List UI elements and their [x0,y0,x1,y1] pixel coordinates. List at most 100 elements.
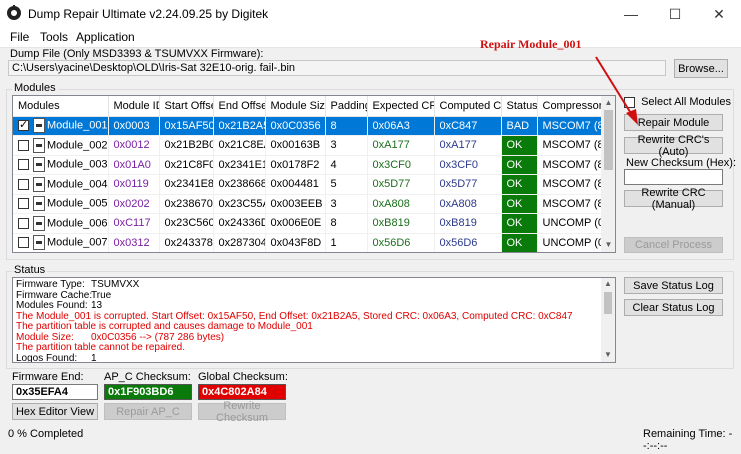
column-header[interactable]: Module ID [108,96,160,117]
menu-file[interactable]: File [10,30,29,44]
status-badge: OK [501,135,538,156]
menu-application[interactable]: Application [76,30,135,44]
select-all-label: Select All Modules [641,96,731,108]
compressor: UNCOMP (0) [537,233,604,252]
module-name: Module_006 [47,217,108,230]
status-log[interactable]: Firmware Type: TSUMVXX Firmware Cache:True… [12,277,616,363]
column-header[interactable]: Modules [13,96,109,117]
table-row[interactable]: Module_0010x00030x15AF500x21B2A50x0C0356… [13,116,604,136]
end-offset: 0x24336D [213,213,266,234]
status-badge: OK [501,213,538,234]
expected-crc: 0x5D77 [367,174,435,195]
status-badge: OK [501,174,538,195]
column-header[interactable]: Module Size [265,96,326,117]
rewrite-crc-manual-button[interactable]: Rewrite CRC (Manual) [624,187,723,211]
modules-table: ModulesModule IDStart OffsetEnd OffsetMo… [12,95,616,253]
module-id: 0xC117 [108,213,160,234]
module-id: 0x01A0 [108,155,160,175]
padding: 8 [325,213,368,234]
start-offset: 0x21B2B0 [159,135,214,156]
status-badge: OK [501,233,538,252]
row-checkbox-icon[interactable] [18,118,29,132]
apc-checksum-label: AP_C Checksum: [104,371,191,383]
maximize-button[interactable]: ☐ [653,0,697,28]
status-scrollbar[interactable]: ▲ ▼ [601,278,615,362]
table-row[interactable]: Module_007 0x0312 0x243378 0x287304 0x043F8D… [13,233,604,252]
rewrite-crc-auto-button[interactable]: Rewrite CRC's (Auto) [624,134,723,158]
column-header[interactable]: Status [501,96,538,117]
module-size: 0x0C0356 [265,116,326,136]
hex-editor-button[interactable]: Hex Editor View [12,403,98,420]
expected-crc: 0x56D6 [367,233,435,252]
padding: 5 [325,174,368,195]
column-header[interactable]: End Offset [213,96,266,117]
table-row[interactable]: Module_0020x00120x21B2B00x21C8EA0x00163B… [13,135,604,156]
table-row[interactable]: Module_004 0x0119 0x2341E8 0x238668 0x004481… [13,174,604,195]
module-cell[interactable]: Module_005 [13,194,109,214]
row-checkbox-icon[interactable] [18,178,29,190]
minimize-button[interactable]: — [609,0,653,28]
log-value: The partition table is corrupted and cau… [16,321,313,332]
table-header: ModulesModule IDStart OffsetEnd OffsetMo… [13,96,604,117]
module-icon [33,118,45,134]
column-header[interactable]: Computed CRC [434,96,502,117]
start-offset: 0x15AF50 [159,116,214,136]
dump-path-field[interactable]: C:\Users\yacine\Desktop\OLD\Iris-Sat 32E… [8,60,666,76]
end-offset: 0x23C55A [213,194,266,214]
module-cell[interactable]: Module_002 [13,135,109,156]
module-size: 0x006E0E [265,213,326,234]
column-header[interactable]: Expected CRC [367,96,435,117]
start-offset: 0x243378 [159,233,214,252]
repair-apc-button[interactable]: Repair AP_C [104,403,192,420]
row-checkbox-icon[interactable] [18,159,29,171]
module-id: 0x0003 [108,116,160,136]
expected-crc: 0x3CF0 [367,155,435,175]
table-row[interactable]: Module_003 0x01A0 0x21C8F0 0x2341E1 0x0178F2… [13,155,604,175]
firmware-end-field[interactable]: 0x35EFA4 [12,384,98,400]
menu-tools[interactable]: Tools [40,30,68,44]
module-cell[interactable]: Module_001 [13,116,109,136]
status-scroll-thumb[interactable] [604,292,612,314]
row-checkbox-icon[interactable] [18,198,29,210]
close-button[interactable]: ✕ [697,0,741,28]
browse-button[interactable]: Browse... [674,59,728,78]
table-row[interactable]: Module_005 0x0202 0x238670 0x23C55A 0x003EEB… [13,194,604,214]
new-checksum-input[interactable] [624,169,723,185]
module-name: Module_005 [47,197,108,210]
progress-text: 0 % Completed [8,428,84,440]
computed-crc: 0xA177 [434,135,502,156]
row-checkbox-icon[interactable] [18,139,29,151]
status-scroll-up-icon[interactable]: ▲ [601,279,615,288]
module-icon [33,196,45,212]
module-size: 0x043F8D [265,233,326,252]
module-id: 0x0119 [108,174,160,195]
global-checksum-field[interactable]: 0x4C802A84 [198,384,286,400]
expected-crc: 0x06A3 [367,116,435,136]
app-gear-icon [7,5,21,20]
cancel-process-button[interactable]: Cancel Process [624,237,723,253]
column-header[interactable]: Start Offset [159,96,214,117]
rewrite-checksum-button[interactable]: Rewrite Checksum [198,400,286,424]
module-cell[interactable]: Module_004 [13,174,109,195]
module-icon [33,235,45,251]
row-checkbox-icon[interactable] [18,217,29,229]
table-row[interactable]: Module_006 0xC117 0x23C560 0x24336D 0x006E0E… [13,213,604,234]
scroll-down-icon[interactable]: ▼ [601,240,615,249]
module-cell[interactable]: Module_006 [13,213,109,234]
end-offset: 0x2341E1 [213,155,266,175]
apc-checksum-field[interactable]: 0x1F903BD6 [104,384,192,400]
module-id: 0x0012 [108,135,160,156]
save-status-log-button[interactable]: Save Status Log [624,277,723,294]
module-cell[interactable]: Module_003 [13,155,109,175]
dump-file-label: Dump File (Only MSD3393 & TSUMVXX Firmwa… [10,48,264,60]
module-size: 0x004481 [265,174,326,195]
end-offset: 0x238668 [213,174,266,195]
module-cell[interactable]: Module_007 [13,233,109,252]
module-icon [33,215,45,231]
column-header[interactable]: Padding [325,96,368,117]
clear-status-log-button[interactable]: Clear Status Log [624,299,723,316]
compressor: MSCOM7 (8) [537,194,604,214]
status-badge: BAD [501,116,538,136]
row-checkbox-icon[interactable] [18,237,29,249]
status-scroll-down-icon[interactable]: ▼ [601,350,615,359]
